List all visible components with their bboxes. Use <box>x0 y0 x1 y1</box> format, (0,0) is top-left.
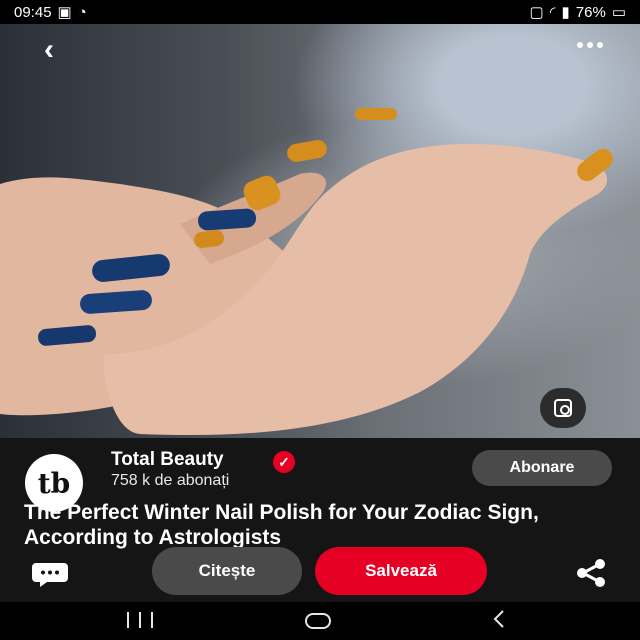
account-name[interactable]: Total Beauty <box>111 449 224 471</box>
save-button[interactable]: Salvează <box>315 547 487 595</box>
follow-button[interactable]: Abonare <box>472 450 612 486</box>
gallery-icon: ▣ <box>57 3 72 21</box>
recent-apps-icon[interactable] <box>127 612 153 628</box>
pin-title: The Perfect Winter Nail Polish for Your … <box>24 501 539 549</box>
verified-icon: ✓ <box>273 451 295 473</box>
lock-icon: ▢ <box>529 3 544 21</box>
signal-icon: ▮ <box>561 3 570 21</box>
pin-image[interactable] <box>0 24 640 438</box>
share-icon[interactable] <box>574 558 608 588</box>
nail-polish-photo <box>0 108 613 436</box>
visual-search-icon[interactable] <box>540 388 586 428</box>
status-bar: 09:45 ▣ ◔ ▢ ◜ ▮ 76% ▭ <box>0 0 640 24</box>
read-button[interactable]: Citește <box>152 547 302 595</box>
whatsapp-icon: ◔ <box>77 3 87 21</box>
comment-icon[interactable] <box>31 560 69 588</box>
status-right: ▢ ◜ ▮ 76% ▭ <box>530 5 626 20</box>
more-icon[interactable] <box>570 38 610 52</box>
status-time: 09:45 <box>14 3 52 21</box>
battery-icon: ▭ <box>611 3 626 21</box>
status-left: 09:45 ▣ ◔ <box>14 5 87 20</box>
nail-blue-4 <box>198 208 257 231</box>
battery-level: 76% <box>575 3 606 21</box>
wifi-icon: ◜ <box>549 3 556 21</box>
back-navigation-icon[interactable] <box>490 609 510 629</box>
home-icon[interactable] <box>305 613 331 629</box>
back-icon[interactable]: ‹ <box>36 33 62 66</box>
nail-orange-3 <box>355 108 397 120</box>
nail-orange-2 <box>287 140 327 162</box>
followers-count: 758 k de abonați <box>111 472 230 489</box>
